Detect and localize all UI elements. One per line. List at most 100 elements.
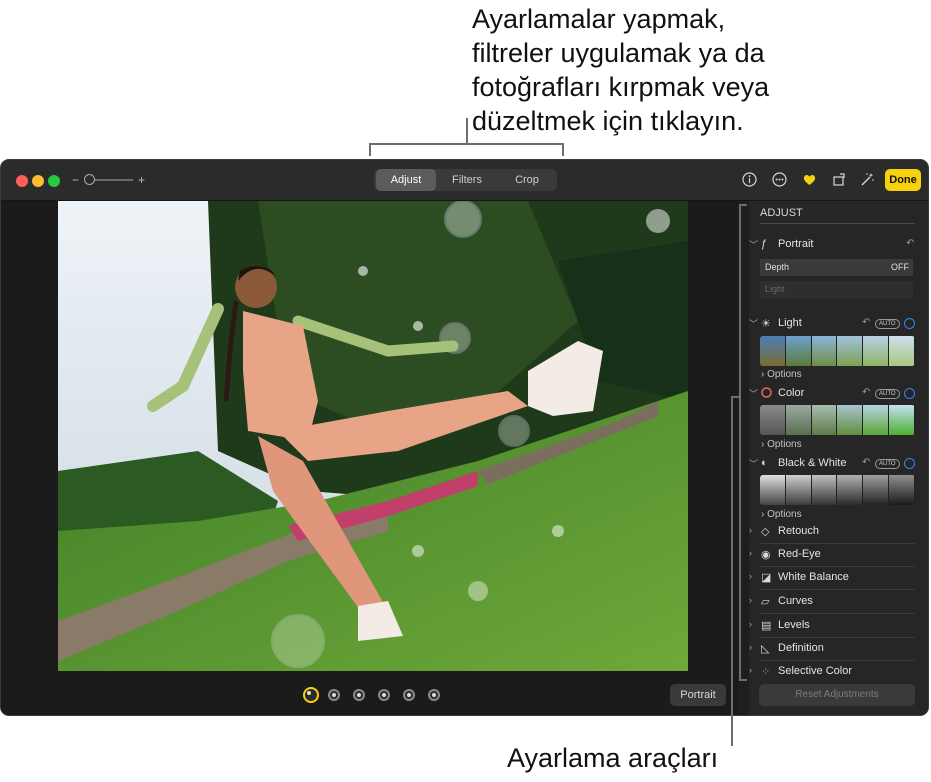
chevron-right-icon: ›: [749, 525, 752, 535]
definition-icon: ◺: [761, 643, 770, 655]
light-slider: Light: [760, 281, 913, 298]
undo-icon[interactable]: ↶: [906, 238, 914, 249]
toggle-ring-icon[interactable]: [904, 388, 915, 399]
options-toggle[interactable]: › Options: [761, 439, 802, 450]
reset-adjustments-button[interactable]: Reset Adjustments: [759, 684, 915, 706]
section-portrait[interactable]: ﹀ ƒ Portrait ↶: [749, 238, 928, 252]
tool-label: Red-Eye: [778, 548, 821, 560]
tool-label: Definition: [778, 642, 824, 654]
divider: [760, 589, 915, 590]
divider: [760, 660, 915, 661]
light-thumbnail-strip[interactable]: [760, 336, 915, 366]
callout-bracket-left: [369, 143, 371, 156]
photo-image[interactable]: [58, 201, 688, 671]
bw-thumbnail-strip[interactable]: [760, 475, 915, 505]
done-button[interactable]: Done: [885, 169, 921, 191]
depth-slider[interactable]: Depth OFF: [760, 259, 913, 276]
color-thumbnail-strip[interactable]: [760, 405, 915, 435]
chevron-down-icon: ﹀: [749, 319, 759, 329]
tab-filters[interactable]: Filters: [437, 169, 497, 191]
undo-icon[interactable]: ↶: [862, 457, 870, 468]
favorite-heart-icon[interactable]: [801, 171, 818, 188]
tool-white-balance[interactable]: › ◪ White Balance: [749, 571, 928, 587]
chevron-right-icon: ›: [749, 665, 752, 674]
panel-title: ADJUST: [760, 207, 803, 219]
photos-edit-window: − + Adjust Filters Crop Done ADJUST ﹀ ƒ …: [0, 159, 929, 716]
options-toggle[interactable]: › Options: [761, 369, 802, 380]
section-label: Light: [778, 317, 802, 329]
tool-curves[interactable]: › ▱ Curves: [749, 595, 928, 611]
tab-crop[interactable]: Crop: [497, 169, 557, 191]
chevron-right-icon: ›: [749, 595, 752, 605]
section-light[interactable]: ﹀ ☀ Light ↶ AUTO: [749, 317, 928, 331]
white-balance-icon: ◪: [761, 572, 772, 584]
tool-selective-color[interactable]: › ⁘ Selective Color: [749, 665, 928, 674]
toolbar: − + Adjust Filters Crop Done: [1, 160, 928, 201]
portrait-button[interactable]: Portrait: [670, 684, 726, 706]
zoom-window-button[interactable]: [48, 175, 60, 187]
tab-adjust[interactable]: Adjust: [376, 169, 436, 191]
lighting-option-icon[interactable]: [403, 689, 415, 701]
auto-button[interactable]: AUTO: [875, 389, 900, 399]
minimize-button[interactable]: [32, 175, 44, 187]
auto-button[interactable]: AUTO: [875, 459, 900, 469]
chevron-right-icon: ›: [749, 548, 752, 558]
auto-enhance-icon[interactable]: [859, 171, 876, 188]
tool-label: Retouch: [778, 525, 819, 537]
curves-icon: ▱: [761, 596, 770, 608]
toggle-ring-icon[interactable]: [904, 318, 915, 329]
info-icon[interactable]: [741, 171, 758, 188]
divider: [760, 637, 915, 638]
callout-bracket-top: [739, 204, 747, 206]
more-options-icon[interactable]: [771, 171, 788, 188]
chevron-down-icon: ﹀: [749, 459, 759, 469]
edit-mode-tabs: Adjust Filters Crop: [374, 169, 557, 191]
tool-levels[interactable]: › ▤ Levels: [749, 619, 928, 635]
tool-retouch[interactable]: › ◇ Retouch: [749, 525, 928, 541]
callout-adjust-tabs: Ayarlamalar yapmak, filtreler uygulamak …: [472, 4, 770, 136]
callout-bracket: [369, 143, 564, 145]
color-icon: [761, 387, 772, 401]
depth-label: Depth: [765, 262, 790, 272]
tool-definition[interactable]: › ◺ Definition: [749, 642, 928, 658]
callout-bracket-bottom: [739, 679, 747, 681]
divider: [760, 543, 915, 544]
lighting-option-icon[interactable]: [378, 689, 390, 701]
close-button[interactable]: [16, 175, 28, 187]
zoom-slider-knob[interactable]: [84, 174, 95, 185]
auto-button[interactable]: AUTO: [875, 319, 900, 329]
divider: [760, 223, 915, 224]
lighting-natural-icon[interactable]: [303, 687, 319, 703]
options-toggle[interactable]: › Options: [761, 509, 802, 520]
section-black-white[interactable]: ﹀ ◐ Black & White ↶ AUTO: [749, 457, 928, 471]
levels-icon: ▤: [761, 620, 772, 632]
photo-canvas: [1, 201, 738, 715]
zoom-in-icon[interactable]: +: [138, 173, 145, 187]
divider: [760, 566, 915, 567]
rotate-icon[interactable]: [831, 171, 848, 188]
undo-icon[interactable]: ↶: [862, 317, 870, 328]
eye-icon: ◉: [761, 549, 771, 561]
toggle-ring-icon[interactable]: [904, 458, 915, 469]
tool-label: Selective Color: [778, 665, 852, 674]
lighting-option-icon[interactable]: [428, 689, 440, 701]
undo-icon[interactable]: ↶: [862, 387, 870, 398]
sun-icon: ☀: [761, 318, 771, 330]
tool-label: White Balance: [778, 571, 849, 583]
bandage-icon: ◇: [761, 526, 770, 538]
lighting-option-icon[interactable]: [328, 689, 340, 701]
chevron-right-icon: ›: [749, 642, 752, 652]
lighting-option-icon[interactable]: [353, 689, 365, 701]
selective-color-icon: ⁘: [761, 666, 771, 674]
depth-value: OFF: [891, 262, 909, 272]
zoom-out-icon[interactable]: −: [72, 173, 79, 187]
callout-bracket-right: [562, 143, 564, 156]
section-color[interactable]: ﹀ Color ↶ AUTO: [749, 387, 928, 401]
callout-bracket: [739, 204, 741, 680]
callout-line: [466, 118, 468, 144]
chevron-down-icon: ﹀: [749, 240, 759, 250]
adjust-panel: ADJUST ﹀ ƒ Portrait ↶ Depth OFF Light ﹀ …: [749, 201, 928, 715]
chevron-down-icon: ﹀: [749, 389, 759, 399]
portrait-icon: ƒ: [761, 238, 768, 250]
tool-red-eye[interactable]: › ◉ Red-Eye: [749, 548, 928, 564]
